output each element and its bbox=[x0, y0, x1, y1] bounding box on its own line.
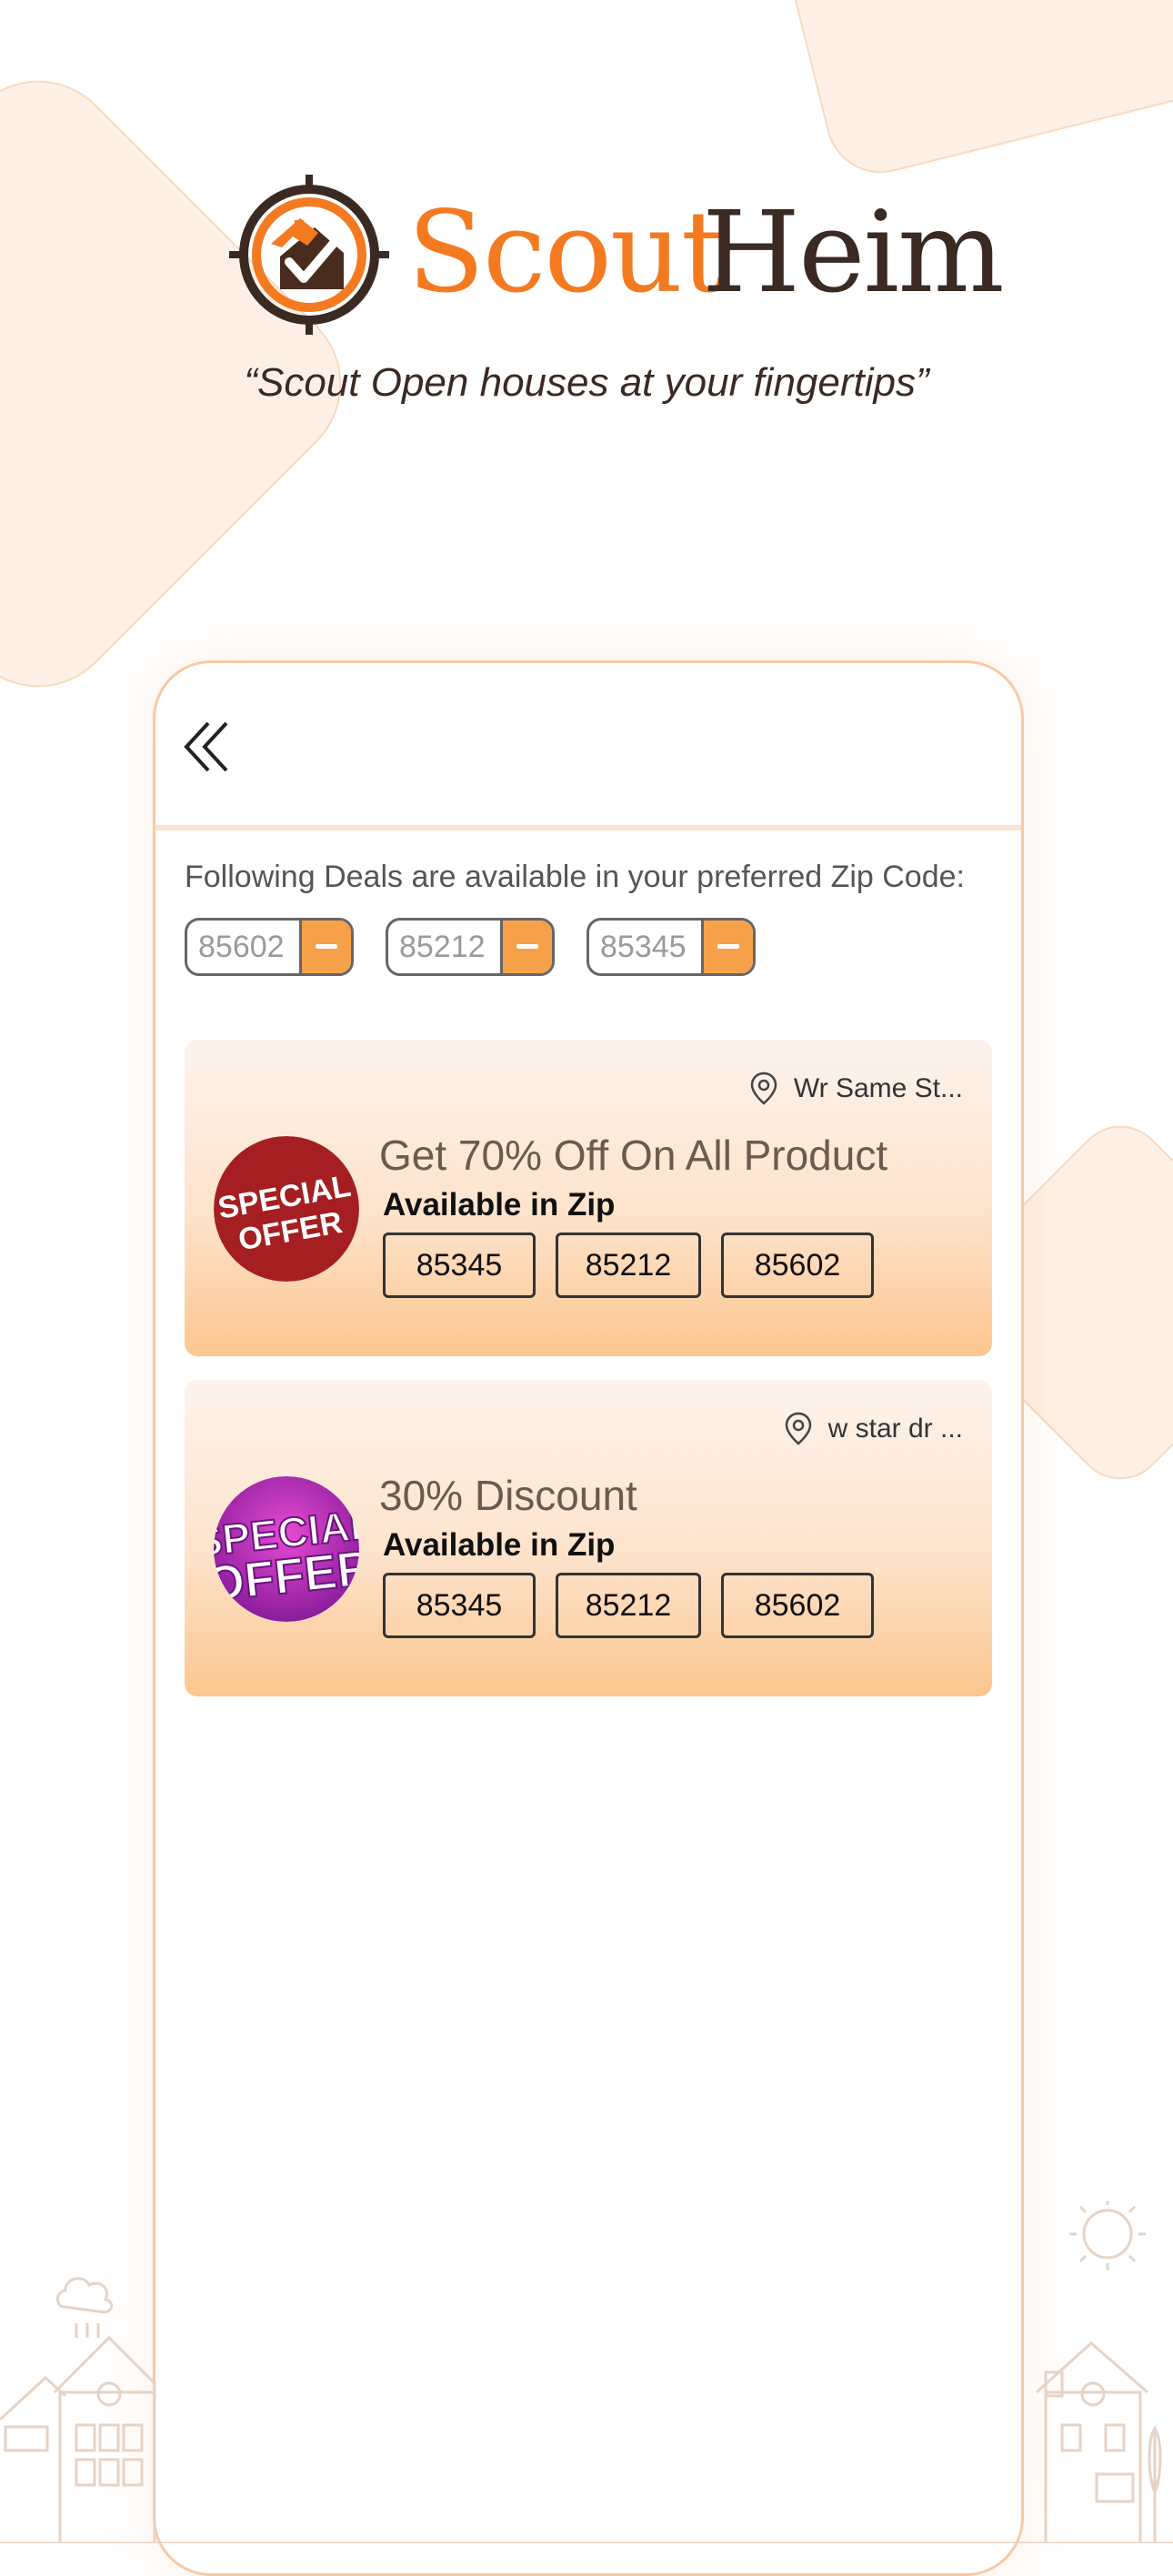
deal-location-text: Wr Same St... bbox=[793, 1073, 963, 1103]
preferred-zip-value: 85212 bbox=[399, 930, 486, 964]
deal-zip: 85212 bbox=[556, 1233, 701, 1298]
deal-available-label: Available in Zip bbox=[383, 1187, 616, 1223]
deal-zip: 85345 bbox=[383, 1573, 536, 1638]
deal-location: Wr Same St... bbox=[750, 1071, 963, 1107]
minus-icon[interactable] bbox=[500, 921, 552, 973]
preferred-zip-chip: 85212 bbox=[386, 918, 555, 976]
special-offer-badge-icon: SPECIAL OFFER bbox=[214, 1136, 359, 1282]
location-pin-icon bbox=[785, 1412, 811, 1445]
double-chevron-left-icon[interactable] bbox=[181, 718, 239, 776]
deal-zip: 85212 bbox=[556, 1573, 701, 1638]
deal-title: Get 70% Off On All Product bbox=[379, 1132, 888, 1179]
decorative-shape-top-right bbox=[774, 0, 1173, 185]
brand-name-scout: Scout bbox=[407, 187, 727, 318]
deal-card[interactable]: Wr Same St... SPECIAL OFFER Get 70% Off … bbox=[185, 1040, 992, 1356]
app-logo: Scout Heim bbox=[0, 164, 1173, 346]
special-offer-badge-icon: SPECIAL OFFER bbox=[214, 1476, 359, 1622]
deal-zip: 85602 bbox=[721, 1233, 874, 1298]
preferred-zip-value: 85345 bbox=[600, 930, 687, 964]
tagline: “Scout Open houses at your fingertips” bbox=[244, 360, 929, 405]
location-pin-icon bbox=[750, 1072, 777, 1105]
compass-house-logo-icon bbox=[229, 175, 389, 335]
minus-icon[interactable] bbox=[701, 921, 753, 973]
deal-zip: 85345 bbox=[383, 1233, 536, 1298]
deal-location: w star dr ... bbox=[785, 1411, 963, 1447]
brand-name-heim: Heim bbox=[702, 187, 1005, 318]
deal-zip: 85602 bbox=[721, 1573, 874, 1638]
zip-intro-text: Following Deals are available in your pr… bbox=[185, 860, 965, 894]
house-illustration-icon bbox=[0, 2201, 1173, 2543]
preferred-zip-chip: 85345 bbox=[586, 918, 756, 976]
preferred-zip-chip: 85602 bbox=[185, 918, 354, 976]
deal-card[interactable]: w star dr ... SPECIAL OFFER 30% Discount… bbox=[185, 1380, 992, 1696]
card-header bbox=[155, 663, 1021, 830]
deal-title: 30% Discount bbox=[379, 1472, 637, 1519]
minus-icon[interactable] bbox=[299, 921, 351, 973]
preferred-zip-value: 85602 bbox=[198, 930, 285, 964]
deal-location-text: w star dr ... bbox=[827, 1414, 963, 1444]
deal-available-label: Available in Zip bbox=[383, 1527, 616, 1563]
